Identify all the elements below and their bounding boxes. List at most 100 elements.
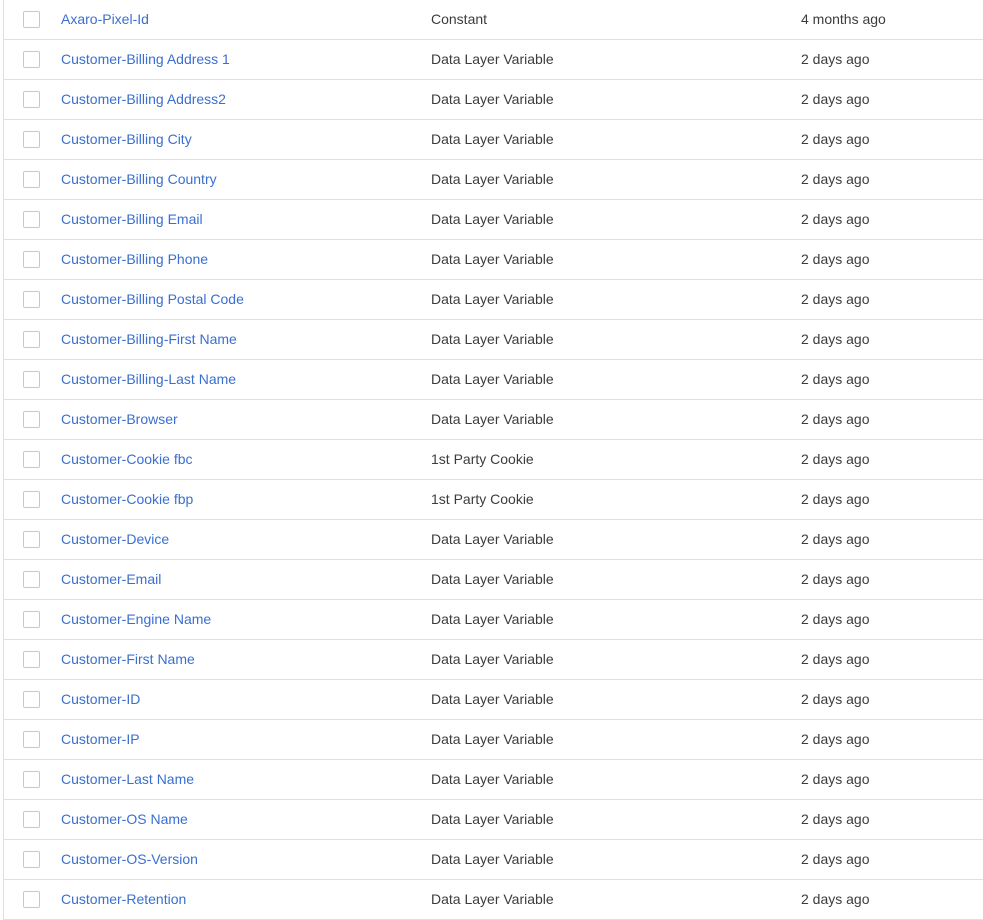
variable-name-link[interactable]: Customer-Billing City	[61, 120, 192, 158]
variable-name-link[interactable]: Customer-IP	[61, 720, 140, 758]
table-row: Customer-Billing Address 1 Data Layer Va…	[4, 40, 983, 80]
table-row: Customer-Billing-Last Name Data Layer Va…	[4, 360, 983, 400]
last-edited: 2 days ago	[801, 51, 870, 67]
last-edited: 2 days ago	[801, 531, 870, 547]
table-row: Customer-OS Name Data Layer Variable 2 d…	[4, 800, 983, 840]
row-checkbox[interactable]	[23, 411, 40, 428]
variable-type: Data Layer Variable	[431, 131, 554, 147]
last-edited: 2 days ago	[801, 411, 870, 427]
variable-type: 1st Party Cookie	[431, 451, 534, 467]
last-edited: 2 days ago	[801, 651, 870, 667]
last-edited: 2 days ago	[801, 291, 870, 307]
last-edited: 4 months ago	[801, 11, 886, 27]
table-row: Customer-First Name Data Layer Variable …	[4, 640, 983, 680]
row-checkbox[interactable]	[23, 731, 40, 748]
last-edited: 2 days ago	[801, 691, 870, 707]
variable-type: Data Layer Variable	[431, 411, 554, 427]
row-checkbox[interactable]	[23, 371, 40, 388]
row-checkbox[interactable]	[23, 11, 40, 28]
last-edited: 2 days ago	[801, 491, 870, 507]
last-edited: 2 days ago	[801, 891, 870, 907]
variable-name-link[interactable]: Customer-Last Name	[61, 760, 194, 798]
table-row: Customer-Engine Name Data Layer Variable…	[4, 600, 983, 640]
row-checkbox[interactable]	[23, 571, 40, 588]
table-row: Axaro-Pixel-Id Constant 4 months ago	[4, 0, 983, 40]
variable-type: Data Layer Variable	[431, 771, 554, 787]
variable-type: Data Layer Variable	[431, 731, 554, 747]
table-row: Customer-IP Data Layer Variable 2 days a…	[4, 720, 983, 760]
variable-type: Data Layer Variable	[431, 251, 554, 267]
variable-type: Data Layer Variable	[431, 331, 554, 347]
variable-name-link[interactable]: Customer-Billing Address 1	[61, 40, 230, 78]
table-row: Customer-Billing-First Name Data Layer V…	[4, 320, 983, 360]
table-row: Customer-Billing Email Data Layer Variab…	[4, 200, 983, 240]
table-row: Customer-Browser Data Layer Variable 2 d…	[4, 400, 983, 440]
variable-type: Data Layer Variable	[431, 571, 554, 587]
row-checkbox[interactable]	[23, 491, 40, 508]
row-checkbox[interactable]	[23, 531, 40, 548]
variable-name-link[interactable]: Customer-Billing-First Name	[61, 320, 237, 358]
row-checkbox[interactable]	[23, 291, 40, 308]
table-row: Customer-Device Data Layer Variable 2 da…	[4, 520, 983, 560]
variable-name-link[interactable]: Customer-Retention	[61, 880, 186, 918]
last-edited: 2 days ago	[801, 131, 870, 147]
variable-type: Data Layer Variable	[431, 651, 554, 667]
row-checkbox[interactable]	[23, 811, 40, 828]
variable-name-link[interactable]: Customer-Browser	[61, 400, 178, 438]
last-edited: 2 days ago	[801, 371, 870, 387]
variable-name-link[interactable]: Customer-Billing-Last Name	[61, 360, 236, 398]
row-checkbox[interactable]	[23, 771, 40, 788]
variable-type: Constant	[431, 11, 488, 27]
variable-name-link[interactable]: Customer-Cookie fbc	[61, 440, 193, 478]
table-row: Customer-Billing City Data Layer Variabl…	[4, 120, 983, 160]
row-checkbox[interactable]	[23, 171, 40, 188]
last-edited: 2 days ago	[801, 331, 870, 347]
variable-type: Data Layer Variable	[431, 891, 554, 907]
row-checkbox[interactable]	[23, 331, 40, 348]
table-row: Customer-Billing Address2 Data Layer Var…	[4, 80, 983, 120]
variable-type: Data Layer Variable	[431, 171, 554, 187]
row-checkbox[interactable]	[23, 851, 40, 868]
table-row: Customer-Cookie fbc 1st Party Cookie 2 d…	[4, 440, 983, 480]
variable-name-link[interactable]: Axaro-Pixel-Id	[61, 0, 149, 38]
variable-name-link[interactable]: Customer-Billing Phone	[61, 240, 208, 278]
variable-name-link[interactable]: Customer-OS Name	[61, 800, 188, 838]
table-row: Customer-Cookie fbp 1st Party Cookie 2 d…	[4, 480, 983, 520]
variable-name-link[interactable]: Customer-ID	[61, 680, 140, 718]
row-checkbox[interactable]	[23, 891, 40, 908]
row-checkbox[interactable]	[23, 451, 40, 468]
table-row: Customer-OS-Version Data Layer Variable …	[4, 840, 983, 880]
variable-type: Data Layer Variable	[431, 531, 554, 547]
variable-type: 1st Party Cookie	[431, 491, 534, 507]
variable-name-link[interactable]: Customer-Engine Name	[61, 600, 211, 638]
variable-name-link[interactable]: Customer-Billing Address2	[61, 80, 226, 118]
variable-name-link[interactable]: Customer-Billing Country	[61, 160, 217, 198]
table-row: Customer-Billing Postal Code Data Layer …	[4, 280, 983, 320]
last-edited: 2 days ago	[801, 171, 870, 187]
row-checkbox[interactable]	[23, 611, 40, 628]
row-checkbox[interactable]	[23, 211, 40, 228]
row-checkbox[interactable]	[23, 651, 40, 668]
variable-name-link[interactable]: Customer-Cookie fbp	[61, 480, 193, 518]
variable-name-link[interactable]: Customer-Device	[61, 520, 169, 558]
row-checkbox[interactable]	[23, 251, 40, 268]
variable-name-link[interactable]: Customer-Email	[61, 560, 161, 598]
row-checkbox[interactable]	[23, 91, 40, 108]
table-row: Customer-Email Data Layer Variable 2 day…	[4, 560, 983, 600]
table-row: Customer-Billing Country Data Layer Vari…	[4, 160, 983, 200]
table-row: Customer-Billing Phone Data Layer Variab…	[4, 240, 983, 280]
variable-type: Data Layer Variable	[431, 811, 554, 827]
variable-name-link[interactable]: Customer-Billing Email	[61, 200, 203, 238]
row-checkbox[interactable]	[23, 51, 40, 68]
row-checkbox[interactable]	[23, 691, 40, 708]
variable-name-link[interactable]: Customer-Billing Postal Code	[61, 280, 244, 318]
row-checkbox[interactable]	[23, 131, 40, 148]
last-edited: 2 days ago	[801, 731, 870, 747]
last-edited: 2 days ago	[801, 251, 870, 267]
variable-type: Data Layer Variable	[431, 371, 554, 387]
last-edited: 2 days ago	[801, 851, 870, 867]
variable-name-link[interactable]: Customer-First Name	[61, 640, 195, 678]
variable-type: Data Layer Variable	[431, 211, 554, 227]
variable-name-link[interactable]: Customer-OS-Version	[61, 840, 198, 878]
variable-type: Data Layer Variable	[431, 851, 554, 867]
